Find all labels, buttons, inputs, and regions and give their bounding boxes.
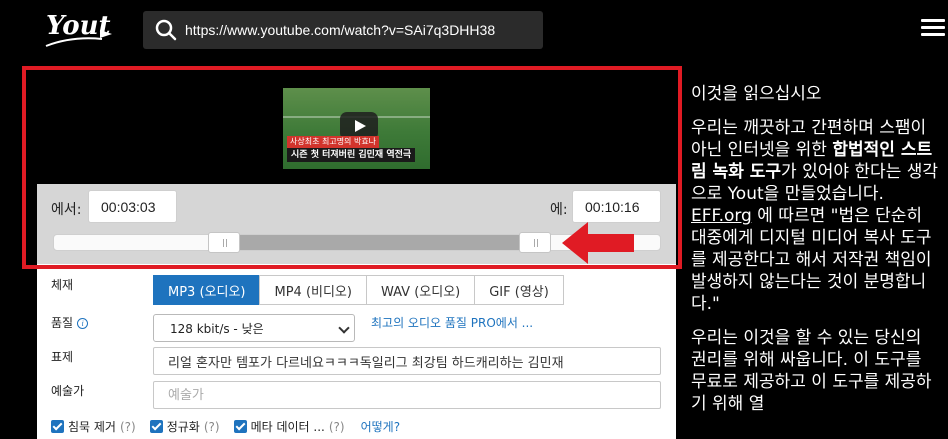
format-mp3-button[interactable]: MP3 (오디오) (153, 275, 261, 305)
how-link[interactable]: 어떻게? (361, 418, 401, 435)
title-input[interactable] (153, 347, 661, 375)
normalize-check[interactable]: 정규화 (?) (149, 418, 220, 435)
quality-select[interactable]: 128 kbit/s - 낮은 (153, 314, 355, 342)
format-mp4-button[interactable]: MP4 (비디오) (259, 275, 367, 305)
normalize-label: 정규화 (166, 420, 200, 434)
format-gif-button[interactable]: GIF (영상) (474, 275, 564, 305)
quality-select-value: 128 kbit/s - 낮은 (170, 321, 264, 336)
remove-silence-label: 침묵 제거 (68, 420, 116, 434)
quality-label: 품질 i (51, 314, 89, 331)
hamburger-menu-icon[interactable] (921, 19, 945, 37)
artist-input[interactable] (153, 381, 661, 409)
metadata-check[interactable]: 메타 데이터 ... (?) (233, 418, 345, 435)
checkbox-checked-icon[interactable] (233, 420, 247, 433)
eff-link[interactable]: EFF.org (691, 206, 752, 226)
artist-label: 예술가 (51, 384, 85, 398)
metadata-label: 메타 데이터 ... (250, 420, 325, 434)
sidebar-paragraph-2: 우리는 이것을 할 수 있는 당신의 권리를 위해 싸웁니다. 이 도구를 무료… (691, 328, 932, 414)
help-icon[interactable]: (?) (204, 420, 220, 434)
sidebar-paragraph-1: 우리는 깨끗하고 간편하며 스팸이 아닌 인터넷을 위한 합법적인 스트림 녹화… (691, 117, 941, 315)
title-label: 표제 (51, 350, 74, 364)
help-icon[interactable]: (?) (120, 420, 136, 434)
sidebar-heading: 이것을 읽으십시오 (691, 84, 822, 104)
format-label: 체재 (51, 278, 74, 292)
yout-logo[interactable]: Yout (42, 6, 118, 52)
search-icon (155, 19, 177, 41)
url-bar[interactable] (143, 11, 543, 49)
info-icon[interactable]: i (77, 318, 89, 329)
info-sidebar: 이것을 읽으십시오 우리는 깨끗하고 간편하며 스팸이 아닌 인터넷을 위한 합… (691, 83, 941, 427)
red-arrow-icon (562, 222, 634, 264)
checkbox-checked-icon[interactable] (149, 420, 163, 433)
url-input[interactable] (185, 22, 543, 38)
pro-quality-link[interactable]: 최고의 오디오 품질 PRO에서 ... (371, 314, 533, 331)
format-button-group: MP3 (오디오) MP4 (비디오) WAV (오디오) GIF (영상) (153, 275, 564, 305)
options-row: 침묵 제거 (?) 정규화 (?) 메타 데이터 ... (?) 어떻게? (51, 418, 400, 435)
remove-silence-check[interactable]: 침묵 제거 (?) (51, 418, 136, 435)
yout-logo-mark: Yout (45, 11, 112, 47)
quality-label-text: 품질 (51, 316, 74, 330)
chevron-down-icon (338, 322, 350, 334)
help-icon[interactable]: (?) (329, 420, 345, 434)
checkbox-checked-icon[interactable] (51, 420, 64, 433)
format-wav-button[interactable]: WAV (오디오) (365, 275, 476, 305)
